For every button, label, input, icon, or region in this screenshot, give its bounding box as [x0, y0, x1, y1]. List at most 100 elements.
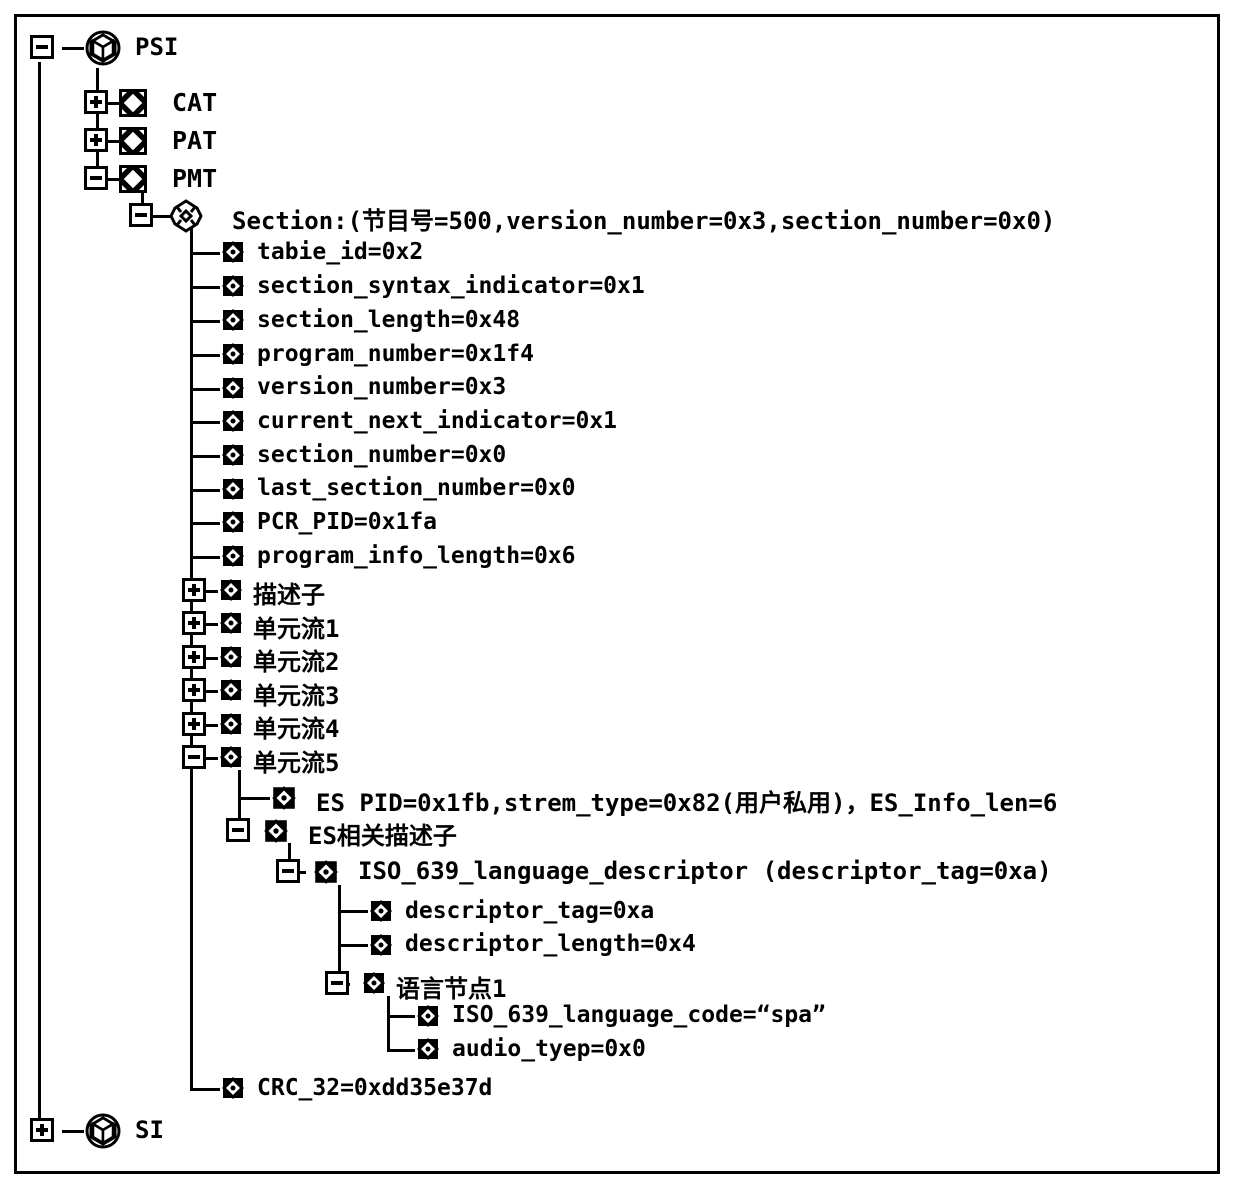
node-label-stream-5[interactable]: 单元流5: [253, 743, 339, 778]
node-label-cat[interactable]: CAT: [172, 88, 217, 117]
leaf-diamond-icon: [415, 1036, 441, 1062]
expander-psi[interactable]: [30, 35, 54, 59]
connector-branch-4: [206, 690, 218, 693]
leaf-diamond-icon: [368, 898, 394, 924]
leaf-diamond-icon: [368, 932, 394, 958]
node-label-field[interactable]: tabie_id=0x2: [257, 239, 423, 265]
node-label-pmt[interactable]: PMT: [172, 164, 217, 193]
node-label-field[interactable]: section_syntax_indicator=0x1: [257, 273, 645, 299]
node-label-crc[interactable]: CRC_32=0xdd35e37d: [257, 1075, 492, 1101]
connector-langnode-trunk: [387, 996, 390, 1052]
connector-section-child-3: [190, 320, 220, 323]
plus-icon-vertical: [94, 134, 98, 146]
connector-section-child-8: [190, 489, 220, 492]
connector-langnode-child-1: [387, 1015, 415, 1018]
expander-pmt[interactable]: [84, 166, 108, 190]
node-label-descriptor-tag[interactable]: descriptor_tag=0xa: [405, 898, 654, 924]
expander-stream-3[interactable]: [182, 678, 206, 702]
node-label-descriptor-length[interactable]: descriptor_length=0x4: [405, 931, 696, 957]
minus-icon: [232, 828, 244, 832]
leaf-diamond-icon: [218, 744, 244, 770]
connector-root-trunk: [38, 62, 41, 1130]
connector-root-to-psi-icon: [62, 47, 84, 50]
minus-icon: [90, 176, 102, 180]
cube-in-circle-icon: [82, 1110, 124, 1152]
node-label-field[interactable]: section_length=0x48: [257, 307, 520, 333]
node-label-field[interactable]: current_next_indicator=0x1: [257, 408, 617, 434]
plus-icon-vertical: [192, 617, 196, 629]
expander-stream-4[interactable]: [182, 712, 206, 736]
section-diamond-icon: [169, 199, 203, 233]
node-label-field[interactable]: PCR_PID=0x1fa: [257, 509, 437, 535]
connector-section-child-9: [190, 522, 220, 525]
plus-icon-vertical: [192, 584, 196, 596]
node-label-field[interactable]: program_info_length=0x6: [257, 543, 576, 569]
connector-iso639-child-1: [338, 910, 368, 913]
node-label-stream-4[interactable]: 单元流4: [253, 709, 339, 744]
node-label-audio-type[interactable]: audio_tyep=0x0: [452, 1036, 646, 1062]
connector-branch-1: [206, 590, 218, 593]
expander-cat[interactable]: [84, 90, 108, 114]
node-label-field[interactable]: last_section_number=0x0: [257, 475, 576, 501]
node-label-language-code[interactable]: ISO_639_language_code=“spa”: [452, 1002, 826, 1028]
connector-section-child-7: [190, 455, 220, 458]
node-label-field[interactable]: program_number=0x1f4: [257, 341, 534, 367]
connector-section-child-10: [190, 556, 220, 559]
node-label-stream-1[interactable]: 单元流1: [253, 609, 339, 644]
leaf-diamond-icon: [220, 341, 246, 367]
cube-in-circle-icon: [82, 27, 124, 69]
connector-psi-children-trunk: [96, 68, 99, 178]
node-label-section[interactable]: Section:(节目号=500,version_number=0x3,sect…: [232, 201, 1055, 236]
leaf-diamond-icon: [361, 970, 387, 996]
leaf-diamond-icon: [270, 784, 298, 812]
connector-section-child-6: [190, 421, 220, 424]
plus-icon-vertical: [192, 651, 196, 663]
leaf-diamond-icon: [218, 711, 244, 737]
minus-icon: [135, 213, 147, 217]
node-label-language-node[interactable]: 语言节点1: [396, 969, 506, 1004]
expander-descriptor[interactable]: [182, 578, 206, 602]
node-label-descriptor[interactable]: 描述子: [253, 575, 325, 610]
node-label-es-pid[interactable]: ES PID=0x1fb,strem_type=0x82(用户私用)，ES_In…: [316, 783, 1057, 818]
expander-stream-1[interactable]: [182, 611, 206, 635]
expander-es-descriptors[interactable]: [226, 818, 250, 842]
node-label-es-descriptors[interactable]: ES相关描述子: [308, 816, 457, 851]
leaf-diamond-icon: [220, 408, 246, 434]
leaf-diamond-icon: [220, 543, 246, 569]
leaf-diamond-icon: [262, 817, 290, 845]
node-label-pat[interactable]: PAT: [172, 126, 217, 155]
table-diamond-icon: [118, 126, 148, 156]
minus-icon: [282, 869, 294, 873]
expander-stream-5[interactable]: [182, 745, 206, 769]
node-label-si[interactable]: SI: [135, 1116, 164, 1144]
connector-branch-3: [206, 657, 218, 660]
leaf-diamond-icon: [220, 273, 246, 299]
expander-iso639-descriptor[interactable]: [276, 859, 300, 883]
leaf-diamond-icon: [218, 677, 244, 703]
leaf-diamond-icon: [220, 307, 246, 333]
connector-branch-6: [206, 757, 218, 760]
connector-section-child-4: [190, 354, 220, 357]
expander-stream-2[interactable]: [182, 645, 206, 669]
connector-section-child-2: [190, 286, 220, 289]
connector-section-child-1: [190, 252, 220, 255]
node-label-iso639-descriptor[interactable]: ISO_639_language_descriptor (descriptor_…: [358, 857, 1052, 885]
minus-icon: [331, 981, 343, 985]
leaf-diamond-icon: [218, 577, 244, 603]
leaf-diamond-icon: [218, 644, 244, 670]
plus-icon-vertical: [94, 96, 98, 108]
minus-icon: [188, 755, 200, 759]
expander-section[interactable]: [129, 203, 153, 227]
node-label-field[interactable]: section_number=0x0: [257, 442, 506, 468]
expander-si[interactable]: [30, 1118, 54, 1142]
node-label-psi[interactable]: PSI: [135, 33, 178, 61]
expander-language-node[interactable]: [325, 971, 349, 995]
connector-stream5-to-espid: [238, 797, 270, 800]
node-label-field[interactable]: version_number=0x3: [257, 374, 506, 400]
node-label-stream-2[interactable]: 单元流2: [253, 642, 339, 677]
node-label-stream-3[interactable]: 单元流3: [253, 676, 339, 711]
connector-section-child-crc: [190, 1088, 220, 1091]
leaf-diamond-icon: [220, 509, 246, 535]
minus-icon: [36, 45, 48, 49]
expander-pat[interactable]: [84, 128, 108, 152]
